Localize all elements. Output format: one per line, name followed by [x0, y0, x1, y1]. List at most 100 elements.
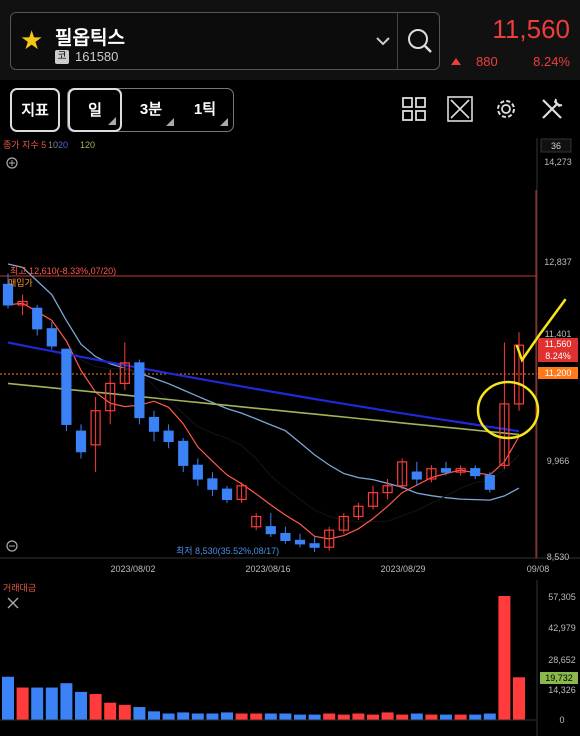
volume-bar: [483, 713, 496, 720]
price-change-percent: 8.24%: [533, 54, 570, 69]
corner-triangle-icon: [220, 118, 228, 126]
candle-body: [75, 430, 87, 453]
legend-ma20: 20: [58, 140, 68, 150]
grid-icon[interactable]: [401, 96, 427, 122]
vol-tick: 42,979: [548, 623, 576, 633]
current-price: 11,560: [492, 14, 570, 44]
visible-count: 36: [551, 141, 561, 151]
candlestick-chart[interactable]: 종가 지수 5 10 20 120 36 매입가 최고 12,610(-8.33…: [0, 138, 580, 578]
volume-label: 거래대금: [3, 583, 36, 593]
candle-body: [470, 468, 481, 477]
period-3min-button[interactable]: 3분: [124, 89, 178, 131]
volume-bar: [162, 713, 175, 720]
search-icon: [408, 29, 432, 53]
volume-bar: [513, 677, 525, 720]
x-tick: 2023/08/02: [110, 564, 155, 574]
volume-bar: [177, 712, 190, 720]
close-icon[interactable]: [7, 597, 19, 609]
volume-bar: [323, 713, 336, 720]
candle-body: [32, 307, 43, 330]
period-3min-label: 3분: [139, 101, 163, 118]
volume-y-ticks: 57,305 42,979 28,652 19,732 14,326 0: [540, 592, 578, 725]
legend-ma120: 120: [80, 140, 95, 150]
volume-bar: [235, 713, 248, 720]
volume-bar: [498, 596, 511, 720]
volume-bar: [264, 713, 277, 720]
vol-tick: 0: [559, 715, 564, 725]
volume-bar: [16, 687, 29, 720]
candle-body: [134, 362, 145, 419]
volume-bar: [469, 714, 482, 720]
avg-price-label: 11,200: [545, 368, 572, 378]
volume-bar: [191, 713, 204, 720]
volume-bar: [352, 713, 365, 720]
candle-body: [265, 526, 276, 535]
volume-bar: [279, 713, 292, 720]
period-day-button[interactable]: 일: [68, 88, 122, 132]
x-tick: 09/08: [527, 564, 550, 574]
candle-body: [440, 468, 452, 473]
current-price-label: 11,560: [545, 339, 572, 349]
stock-code: 161580: [75, 49, 119, 64]
volume-bar: [440, 714, 452, 720]
volume-bar: [2, 676, 14, 720]
candle-body: [484, 474, 495, 490]
corner-triangle-icon: [108, 117, 116, 125]
volume-bar: [396, 714, 409, 720]
search-button[interactable]: [397, 13, 440, 69]
candle-body: [294, 539, 306, 545]
candle-body: [61, 348, 72, 425]
period-1tick-button[interactable]: 1틱: [178, 89, 232, 131]
vol-tick: 57,305: [548, 592, 576, 602]
volume-bar: [337, 714, 350, 720]
settings-icon[interactable]: [493, 96, 519, 122]
volume-bar: [294, 714, 306, 720]
legend-prefix: 종가 지수 5: [3, 140, 46, 150]
vol-tick: 28,652: [548, 655, 576, 665]
chevron-down-icon[interactable]: [373, 31, 393, 51]
tools-icon[interactable]: [539, 96, 565, 122]
volume-bar: [75, 691, 87, 720]
volume-bar: [410, 713, 423, 720]
volume-bar: [206, 713, 219, 720]
candle-body: [178, 440, 189, 466]
volume-bar: [425, 714, 438, 720]
expand-icon[interactable]: [447, 96, 473, 122]
high-annotation: 최고 12,610(-8.33%,07/20): [10, 266, 116, 276]
volume-bar: [104, 702, 117, 720]
x-tick: 2023/08/16: [245, 564, 290, 574]
y-tick: 9,966: [547, 456, 570, 466]
stock-header: ★ 필옵틱스 코 161580 11,560 880 8.24%: [0, 0, 580, 80]
candle-body: [148, 416, 160, 432]
favorite-star-icon[interactable]: ★: [20, 27, 43, 53]
price-change: 880: [476, 54, 498, 69]
vol-current-tick: 19,732: [545, 673, 573, 683]
y-tick: 11,401: [545, 329, 572, 339]
low-annotation: 최저 8,530(35.52%,08/17): [176, 546, 279, 556]
volume-bar: [381, 712, 394, 720]
stock-name: 필옵틱스: [55, 28, 125, 49]
volume-bar: [31, 687, 44, 720]
x-tick: 2023/08/29: [380, 564, 425, 574]
volume-chart-area[interactable]: 거래대금 57,305 42,979 28,652 19,732 14,326 …: [0, 580, 580, 736]
y-tick: 8,530: [547, 552, 570, 562]
market-badge: 코: [55, 50, 69, 64]
period-1tick-label: 1틱: [193, 101, 217, 118]
indicator-button[interactable]: 지표: [10, 88, 60, 132]
volume-chart[interactable]: 거래대금 57,305 42,979 28,652 19,732 14,326 …: [0, 580, 580, 736]
corner-triangle-icon: [166, 118, 174, 126]
legend-ma10: 10: [48, 140, 58, 150]
volume-bar: [454, 714, 467, 720]
price-chart[interactable]: 종가 지수 5 10 20 120 36 매입가 최고 12,610(-8.33…: [0, 138, 580, 578]
candle-body: [163, 430, 174, 443]
volume-bar: [118, 704, 131, 720]
up-arrow-icon: [451, 58, 461, 65]
stock-selector[interactable]: ★ 필옵틱스 코 161580: [10, 12, 440, 70]
candle-body: [280, 532, 291, 541]
candle-body: [46, 328, 57, 347]
volume-bar: [89, 694, 102, 720]
candle-body: [221, 488, 233, 501]
volume-bar: [308, 714, 321, 720]
candle-body: [411, 471, 422, 480]
avg-price-text: 매입가: [8, 277, 33, 288]
